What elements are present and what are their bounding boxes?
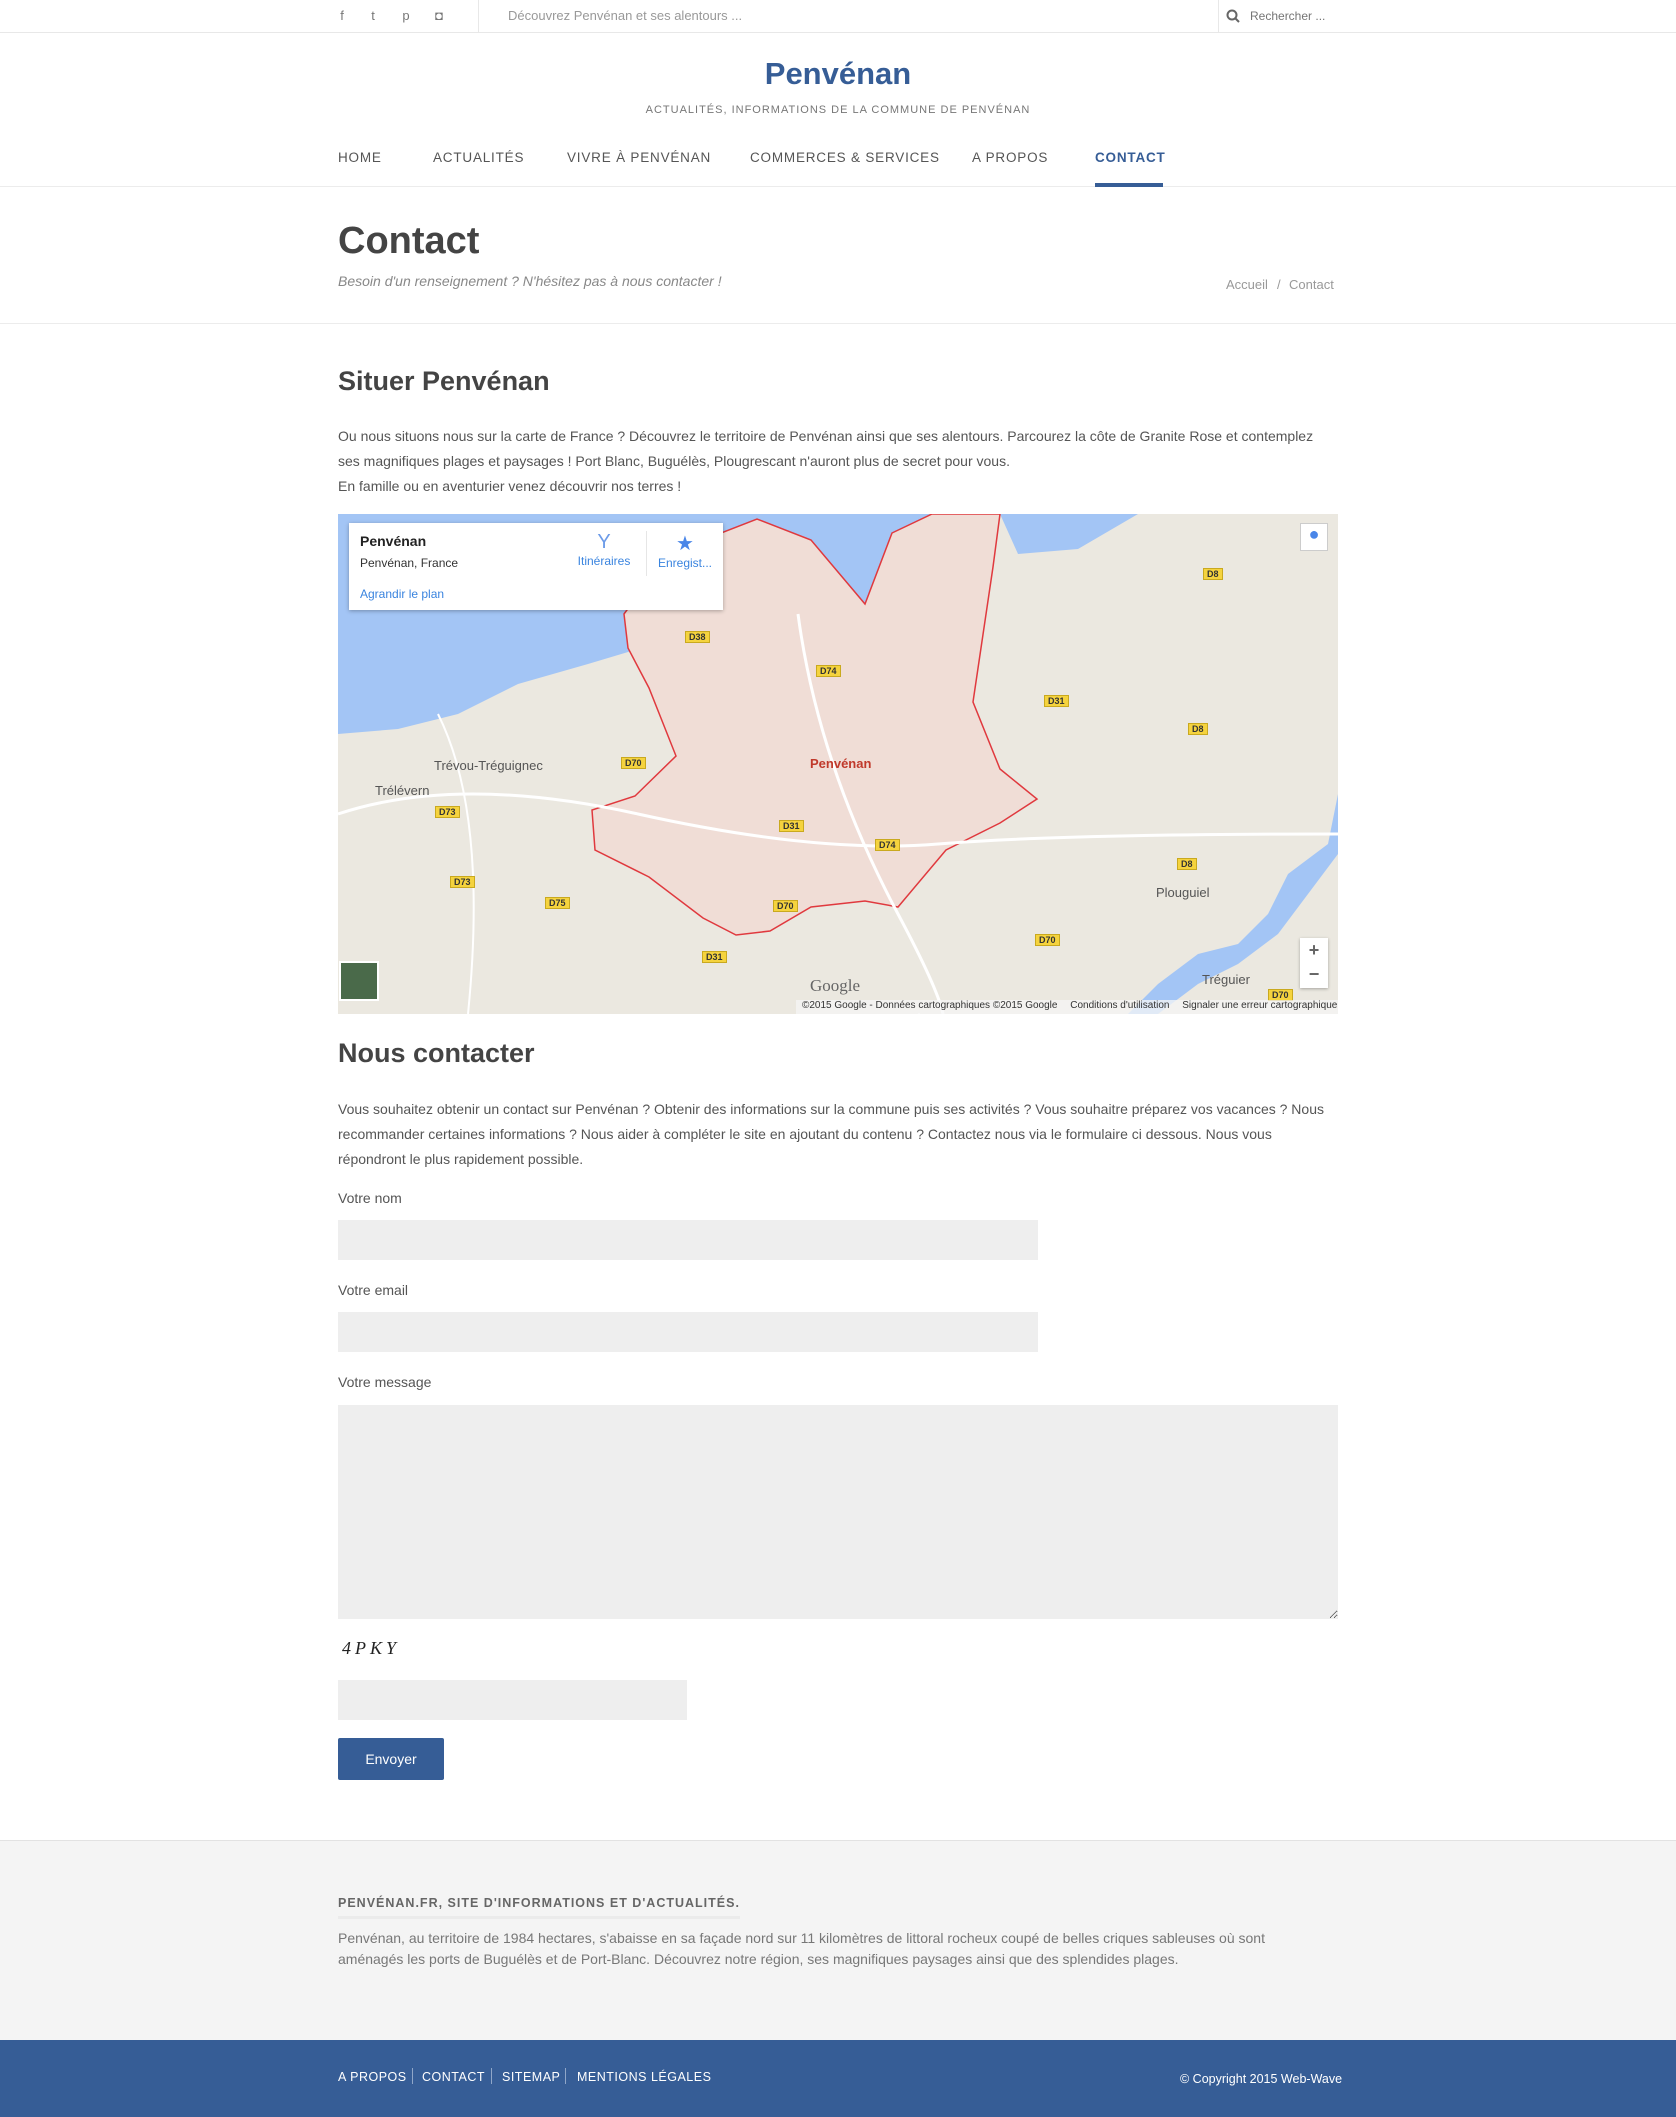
place-label: Plouguiel xyxy=(1156,885,1210,900)
divider xyxy=(1218,0,1219,32)
google-logo: Google xyxy=(810,976,861,995)
email-label: Votre email xyxy=(338,1282,409,1298)
breadcrumb-separator: / xyxy=(1277,277,1281,292)
road-badge: D73 xyxy=(450,876,475,888)
star-icon: ★ xyxy=(676,533,694,555)
contact-intro: Vous souhaitez obtenir un contact sur Pe… xyxy=(338,1101,1324,1167)
place-label: Tréguier xyxy=(1202,972,1250,987)
message-label: Votre message xyxy=(338,1374,432,1390)
terms-link[interactable]: Conditions d'utilisation xyxy=(1070,1000,1169,1011)
email-field[interactable] xyxy=(338,1312,1038,1352)
pinterest-icon[interactable]: p xyxy=(398,8,414,23)
top-tagline: Découvrez Penvénan et ses alentours ... xyxy=(508,8,743,23)
message-field[interactable] xyxy=(338,1405,1338,1619)
map-copyright: ©2015 Google - Données cartographiques ©… xyxy=(802,1000,1058,1011)
zoom-out-button[interactable]: − xyxy=(1300,962,1328,986)
twitter-icon[interactable]: t xyxy=(365,8,381,23)
nav-commerces[interactable]: COMMERCES & SERVICES xyxy=(750,150,940,165)
directions-icon: Y xyxy=(597,531,611,553)
nav-divider xyxy=(0,186,1676,187)
top-bar xyxy=(0,0,1676,33)
zoom-control: + − xyxy=(1300,938,1328,988)
enlarge-map-link[interactable]: Agrandir le plan xyxy=(360,587,444,601)
place-label: Trévou-Tréguignec xyxy=(434,758,543,773)
zoom-in-button[interactable]: + xyxy=(1300,938,1328,962)
name-label: Votre nom xyxy=(338,1190,402,1206)
footer-heading: PENVÉNAN.FR, SITE D'INFORMATIONS ET D'AC… xyxy=(338,1896,740,1919)
road-badge: D73 xyxy=(435,806,460,818)
captcha-image: 4PKY xyxy=(342,1638,401,1658)
card-title: Penvénan xyxy=(360,533,427,549)
site-tagline: ACTUALITÉS, INFORMATIONS DE LA COMMUNE D… xyxy=(645,104,1031,116)
satellite-toggle[interactable] xyxy=(339,961,379,1001)
divider xyxy=(491,2068,492,2084)
report-error-link[interactable]: Signaler une erreur cartographique xyxy=(1182,1000,1337,1011)
road-badge: D70 xyxy=(1035,934,1060,946)
situer-text-2: En famille ou en aventurier venez découv… xyxy=(338,478,682,494)
nav-a-propos[interactable]: A PROPOS xyxy=(972,150,1048,165)
captcha-field[interactable] xyxy=(338,1680,687,1720)
map-info-card: Penvénan Penvénan, France Agrandir le pl… xyxy=(349,523,723,610)
road-badge: D8 xyxy=(1203,568,1223,580)
road-badge: D70 xyxy=(621,757,646,769)
map-attribution: ©2015 Google - Données cartographiques ©… xyxy=(796,1000,1338,1014)
situer-paragraph: Ou nous situons nous sur la carte de Fra… xyxy=(338,424,1338,499)
footer-link-sitemap[interactable]: SITEMAP xyxy=(502,2070,560,2084)
pegman-icon[interactable]: ● xyxy=(1300,523,1328,551)
footer-bar xyxy=(0,2040,1676,2117)
divider xyxy=(412,2068,413,2084)
road-badge: D38 xyxy=(685,631,710,643)
nav-actualites[interactable]: ACTUALITÉS xyxy=(433,150,524,165)
situer-text: Ou nous situons nous sur la carte de Fra… xyxy=(338,428,1314,469)
divider xyxy=(565,2068,566,2084)
active-nav-indicator xyxy=(1095,183,1163,187)
breadcrumb-home[interactable]: Accueil xyxy=(1226,277,1268,292)
footer-copyright: © Copyright 2015 Web-Wave xyxy=(1180,2072,1343,2086)
divider xyxy=(478,0,479,32)
submit-button[interactable]: Envoyer xyxy=(338,1738,444,1780)
road-badge: D8 xyxy=(1188,723,1208,735)
place-label: Penvénan xyxy=(810,756,872,771)
save-button[interactable]: ★ Enregist... xyxy=(654,531,716,570)
footer-link-a-propos[interactable]: A PROPOS xyxy=(338,2070,407,2084)
road-badge: D8 xyxy=(1177,858,1197,870)
footer-text: Penvénan, au territoire de 1984 hectares… xyxy=(338,1930,1265,1967)
page-title: Contact xyxy=(338,220,480,262)
road-badge: D70 xyxy=(773,900,798,912)
google-map[interactable]: Penvénan Trévou-Tréguignec Trélévern Plo… xyxy=(338,514,1338,1014)
site-title[interactable]: Penvénan xyxy=(0,56,1676,92)
search-input[interactable] xyxy=(1250,4,1340,28)
nav-contact[interactable]: CONTACT xyxy=(1095,150,1166,165)
divider xyxy=(646,531,647,576)
section-title-contact: Nous contacter xyxy=(338,1038,535,1068)
road-badge: D75 xyxy=(545,897,570,909)
road-badge: D31 xyxy=(702,951,727,963)
divider xyxy=(0,323,1676,324)
instagram-icon[interactable]: ◘ xyxy=(431,8,447,23)
section-title-situer: Situer Penvénan xyxy=(338,366,550,396)
road-badge: D31 xyxy=(1044,695,1069,707)
road-badge: D74 xyxy=(875,839,900,851)
facebook-icon[interactable]: f xyxy=(334,8,350,23)
name-field[interactable] xyxy=(338,1220,1038,1260)
directions-button[interactable]: Y Itinéraires xyxy=(574,531,634,568)
road-badge: D74 xyxy=(816,665,841,677)
card-address: Penvénan, France xyxy=(360,556,459,570)
save-label: Enregist... xyxy=(657,556,713,570)
breadcrumb-current: Contact xyxy=(1289,277,1334,292)
nav-vivre[interactable]: VIVRE À PENVÉNAN xyxy=(567,150,711,165)
road-badge: D31 xyxy=(779,820,804,832)
place-label: Trélévern xyxy=(375,783,430,798)
nav-home[interactable]: HOME xyxy=(338,150,382,165)
directions-label: Itinéraires xyxy=(577,554,631,568)
footer-link-contact[interactable]: CONTACT xyxy=(422,2070,485,2084)
search-icon[interactable] xyxy=(1226,9,1240,23)
footer-link-mentions[interactable]: MENTIONS LÉGALES xyxy=(577,2070,711,2084)
page-subtitle: Besoin d'un renseignement ? N'hésitez pa… xyxy=(338,273,722,289)
